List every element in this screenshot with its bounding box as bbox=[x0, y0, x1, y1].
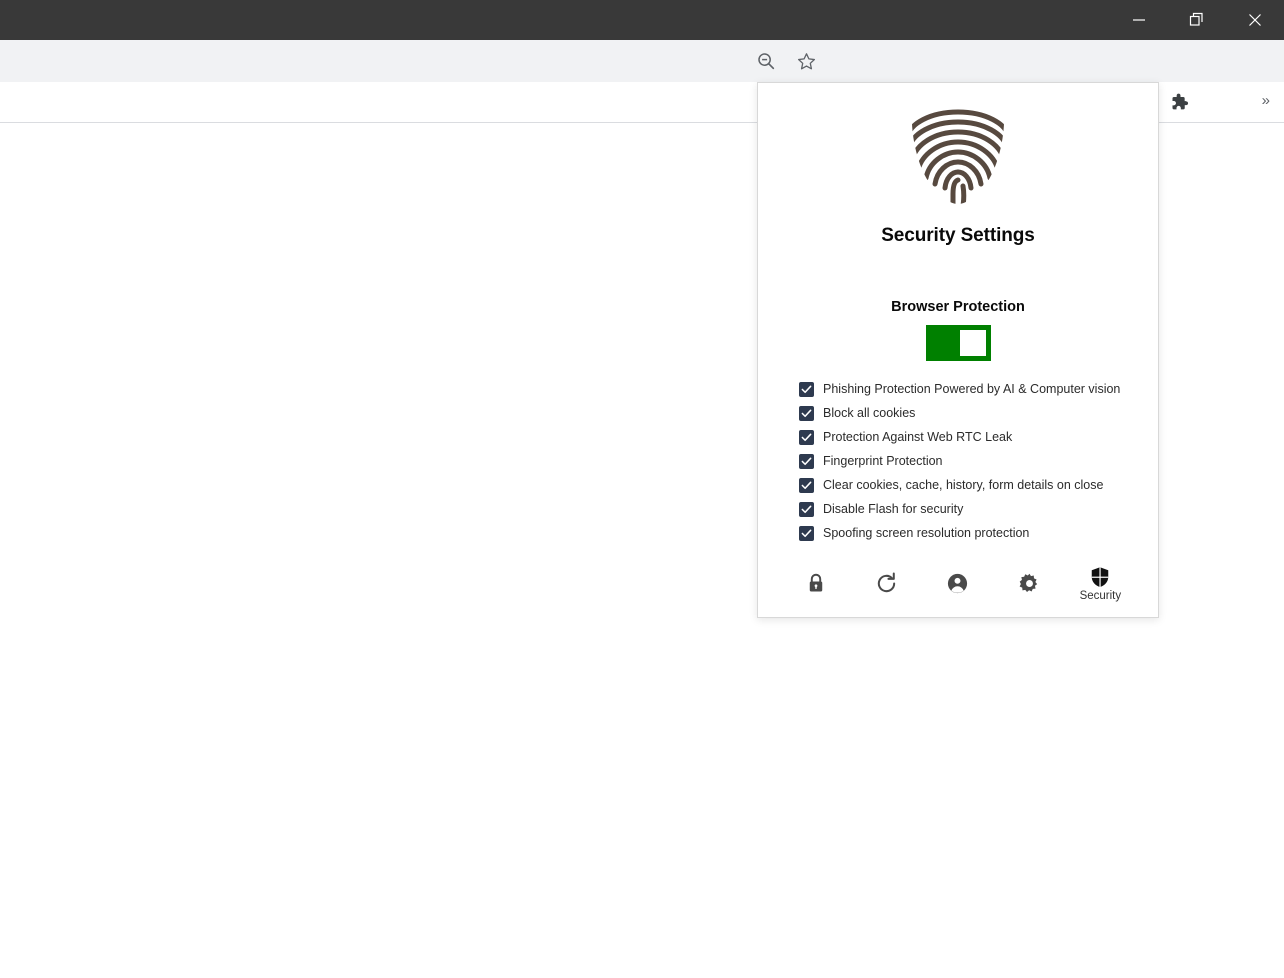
check-icon bbox=[801, 505, 812, 514]
security-extension-popup: Security Settings Browser Protection Phi… bbox=[757, 82, 1159, 618]
option-label: Disable Flash for security bbox=[823, 502, 964, 516]
nav-label: Security bbox=[1079, 589, 1122, 602]
checkbox-checked-icon[interactable] bbox=[799, 430, 814, 445]
option-label: Fingerprint Protection bbox=[823, 454, 943, 468]
nav-refresh-button[interactable] bbox=[858, 572, 916, 597]
option-label: Clear cookies, cache, history, form deta… bbox=[823, 478, 1104, 492]
option-row[interactable]: Protection Against Web RTC Leak bbox=[799, 430, 1158, 445]
minimize-icon bbox=[1133, 19, 1145, 21]
option-row[interactable]: Block all cookies bbox=[799, 406, 1158, 421]
security-options-list: Phishing Protection Powered by AI & Comp… bbox=[799, 382, 1158, 541]
page-title: Security Settings bbox=[881, 225, 1035, 246]
check-icon bbox=[801, 409, 812, 418]
toggle-knob bbox=[959, 330, 986, 356]
checkbox-checked-icon[interactable] bbox=[799, 526, 814, 541]
option-row[interactable]: Spoofing screen resolution protection bbox=[799, 526, 1158, 541]
checkbox-checked-icon[interactable] bbox=[799, 406, 814, 421]
restore-icon bbox=[1189, 12, 1203, 26]
star-icon bbox=[797, 52, 815, 69]
refresh-icon bbox=[878, 572, 896, 592]
check-icon bbox=[801, 433, 812, 442]
window-titlebar bbox=[0, 0, 1284, 40]
check-icon bbox=[801, 481, 812, 490]
toolbar-actions bbox=[750, 40, 822, 82]
close-icon bbox=[1249, 14, 1261, 26]
nav-account-button[interactable] bbox=[929, 572, 987, 597]
account-icon bbox=[948, 573, 968, 593]
option-label: Phishing Protection Powered by AI & Comp… bbox=[823, 382, 1121, 396]
bookmarks-overflow-button[interactable]: » bbox=[1262, 91, 1270, 111]
window-controls bbox=[1110, 0, 1284, 40]
checkbox-checked-icon[interactable] bbox=[799, 454, 814, 469]
option-label: Protection Against Web RTC Leak bbox=[823, 430, 1013, 444]
check-icon bbox=[801, 457, 812, 466]
browser-protection-label: Browser Protection bbox=[891, 299, 1025, 315]
option-row[interactable]: Clear cookies, cache, history, form deta… bbox=[799, 478, 1158, 493]
puzzle-piece-icon bbox=[1172, 93, 1189, 109]
nav-password-button[interactable] bbox=[787, 572, 845, 596]
fingerprint-icon bbox=[911, 109, 1005, 204]
lock-icon bbox=[809, 573, 822, 592]
browser-protection-toggle[interactable] bbox=[925, 325, 991, 361]
popup-footer-nav: Security bbox=[758, 555, 1158, 617]
check-icon bbox=[801, 529, 812, 538]
zoom-out-icon bbox=[758, 53, 775, 70]
checkbox-checked-icon[interactable] bbox=[799, 502, 814, 517]
bookmark-star-button[interactable] bbox=[790, 45, 822, 77]
gear-icon bbox=[1019, 573, 1037, 592]
check-icon bbox=[801, 385, 812, 394]
fingerprint-logo bbox=[903, 99, 1013, 209]
option-label: Block all cookies bbox=[823, 406, 916, 420]
nav-settings-button[interactable] bbox=[1000, 572, 1058, 597]
nav-security-button[interactable]: Security bbox=[1071, 566, 1129, 603]
shield-icon bbox=[1092, 566, 1109, 587]
restore-button[interactable] bbox=[1168, 0, 1226, 40]
zoom-out-button[interactable] bbox=[750, 45, 782, 77]
checkbox-checked-icon[interactable] bbox=[799, 478, 814, 493]
minimize-button[interactable] bbox=[1110, 0, 1168, 40]
close-button[interactable] bbox=[1226, 0, 1284, 40]
option-row[interactable]: Phishing Protection Powered by AI & Comp… bbox=[799, 382, 1158, 397]
option-row[interactable]: Disable Flash for security bbox=[799, 502, 1158, 517]
browser-toolbar: E bbox=[0, 40, 1284, 118]
extensions-button[interactable] bbox=[1165, 88, 1193, 116]
checkbox-checked-icon[interactable] bbox=[799, 382, 814, 397]
option-label: Spoofing screen resolution protection bbox=[823, 526, 1030, 540]
option-row[interactable]: Fingerprint Protection bbox=[799, 454, 1158, 469]
